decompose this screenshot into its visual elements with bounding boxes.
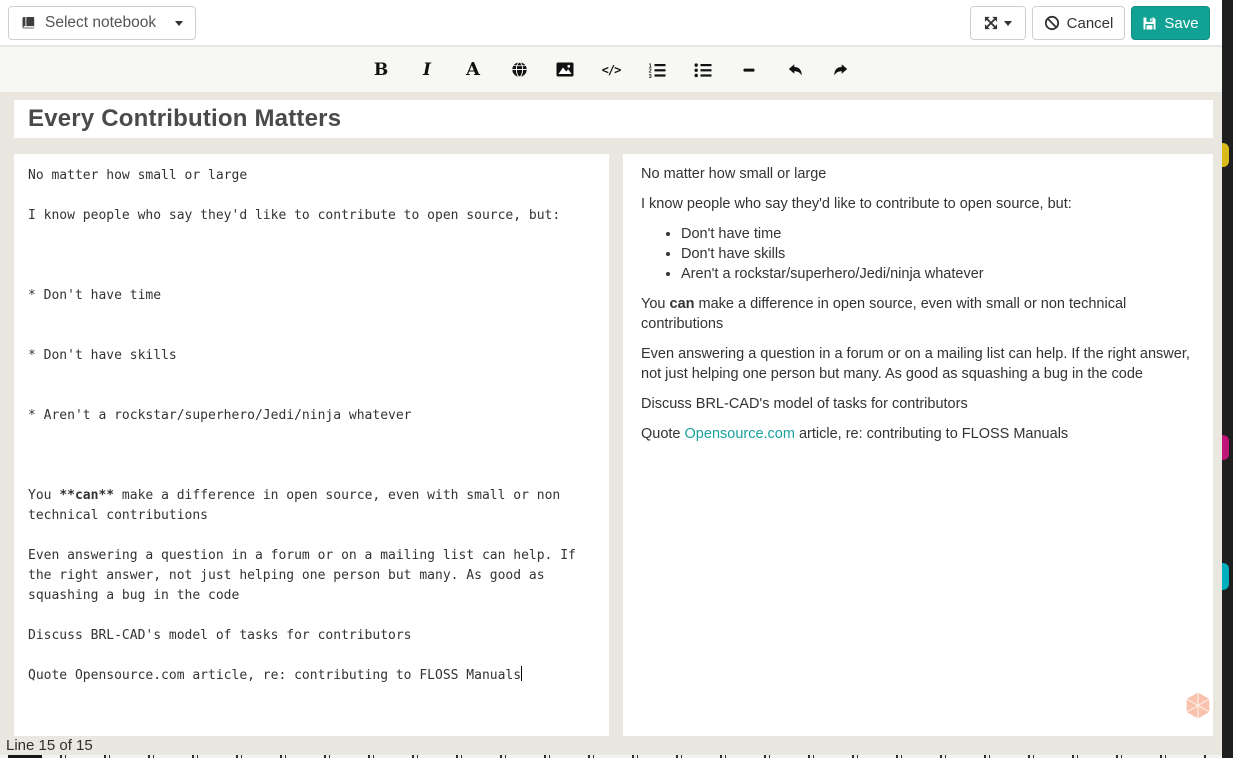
- preview-text: article, re: contributing to FLOSS Manua…: [794, 426, 1069, 442]
- preview-paragraph: No matter how small or large: [641, 166, 827, 182]
- editor-paragraph: Quote Opensource.com article, re: contri…: [28, 666, 595, 686]
- edge-mark-magenta: [1222, 435, 1229, 460]
- editor-paragraph: I know people who say they'd like to con…: [28, 208, 561, 223]
- undo-button[interactable]: [785, 59, 805, 81]
- preview-bold-text: can: [669, 296, 695, 312]
- preview-text: Quote: [641, 426, 685, 442]
- editor-paragraph: Even answering a question in a forum or …: [28, 548, 584, 603]
- top-bar-actions: Cancel Save: [970, 6, 1210, 40]
- top-bar: Select notebook Cancel Save: [0, 0, 1222, 46]
- italic-icon: I: [423, 59, 431, 80]
- note-title-bar: Every Contribution Matters: [14, 100, 1213, 138]
- editor-text: Quote Opensource.com article, re: contri…: [28, 668, 522, 683]
- save-button[interactable]: Save: [1131, 6, 1210, 40]
- preview-paragraph: Discuss BRL-CAD's model of tasks for con…: [641, 396, 968, 412]
- horizontal-rule-button[interactable]: [739, 59, 759, 81]
- bold-icon: B: [373, 59, 389, 80]
- edge-mark-cyan: [1222, 563, 1229, 590]
- preview-paragraph: Quote Opensource.com article, re: contri…: [641, 424, 1195, 444]
- ordered-list-button[interactable]: 1 2 3: [647, 59, 667, 81]
- image-icon: [556, 62, 574, 77]
- preview-pane: No matter how small or large I know peop…: [623, 154, 1213, 736]
- note-title: Every Contribution Matters: [28, 105, 342, 132]
- floppy-disk-icon: [1142, 16, 1157, 31]
- heading-button[interactable]: A: [463, 59, 483, 81]
- cancel-label: Cancel: [1066, 14, 1114, 32]
- redo-icon: [832, 62, 850, 78]
- insert-image-button[interactable]: [555, 59, 575, 81]
- heading-icon: A: [466, 59, 480, 80]
- list-item: Don't have time: [681, 224, 1195, 244]
- formatting-toolbar: B I A </> 1 2 3: [0, 47, 1222, 92]
- preview-text: You: [641, 296, 670, 312]
- opensource-link[interactable]: Opensource.com: [685, 426, 795, 442]
- book-icon: [21, 16, 36, 31]
- editor-paragraph: No matter how small or large: [28, 168, 248, 183]
- cancel-button[interactable]: Cancel: [1032, 6, 1125, 40]
- bold-button[interactable]: B: [371, 59, 391, 81]
- unordered-list-icon: [694, 62, 712, 78]
- svg-text:3: 3: [649, 73, 652, 77]
- view-mode-button[interactable]: [970, 6, 1026, 40]
- screen-edge-stripe: [1222, 0, 1233, 758]
- italic-button[interactable]: I: [417, 59, 437, 81]
- expand-arrows-icon: [984, 16, 998, 30]
- caret-down-icon: [1004, 20, 1012, 26]
- status-line: Line 15 of 15: [6, 737, 93, 754]
- hexagon-logo-icon: [1184, 692, 1212, 719]
- ordered-list-icon: 1 2 3: [648, 62, 666, 78]
- preview-text: make a difference in open source, even w…: [641, 296, 1127, 332]
- undo-icon: [786, 62, 804, 78]
- edge-mark-yellow: [1222, 143, 1229, 167]
- notebook-selector-label: Select notebook: [45, 14, 157, 31]
- caret-down-icon: [175, 20, 183, 26]
- save-label: Save: [1164, 14, 1199, 32]
- editor-list-line: * Don't have time: [28, 288, 162, 303]
- editor-paragraph: You **can** make a difference in open so…: [28, 486, 595, 526]
- list-item: Don't have skills: [681, 244, 1195, 264]
- editor-list-line: * Don't have skills: [28, 348, 177, 363]
- notebook-selector-button[interactable]: Select notebook: [8, 6, 196, 40]
- redo-button[interactable]: [831, 59, 851, 81]
- preview-paragraph: I know people who say they'd like to con…: [641, 196, 1072, 212]
- preview-paragraph: You can make a difference in open source…: [641, 294, 1195, 334]
- unordered-list-button[interactable]: [693, 59, 713, 81]
- text-cursor: [521, 666, 523, 681]
- ban-icon: [1044, 15, 1060, 31]
- preview-paragraph: Even answering a question in a forum or …: [641, 346, 1190, 382]
- bullet-list: Don't have time Don't have skills Aren't…: [641, 224, 1195, 284]
- editor-paragraph: Discuss BRL-CAD's model of tasks for con…: [28, 628, 412, 643]
- editor-list-line: * Aren't a rockstar/superhero/Jedi/ninja…: [28, 408, 412, 423]
- horizontal-rule-icon: [741, 62, 757, 78]
- code-button[interactable]: </>: [601, 59, 622, 81]
- editor-list-block: * Don't have time * Don't have skills * …: [28, 246, 595, 466]
- code-icon: </>: [601, 62, 622, 77]
- link-button[interactable]: [509, 59, 529, 81]
- editor-text: You: [28, 488, 60, 503]
- editor-bold-text: **can**: [59, 488, 115, 503]
- list-item: Aren't a rockstar/superhero/Jedi/ninja w…: [681, 264, 1195, 284]
- globe-icon: [511, 61, 528, 78]
- markdown-editor-pane[interactable]: No matter how small or large I know peop…: [14, 154, 609, 736]
